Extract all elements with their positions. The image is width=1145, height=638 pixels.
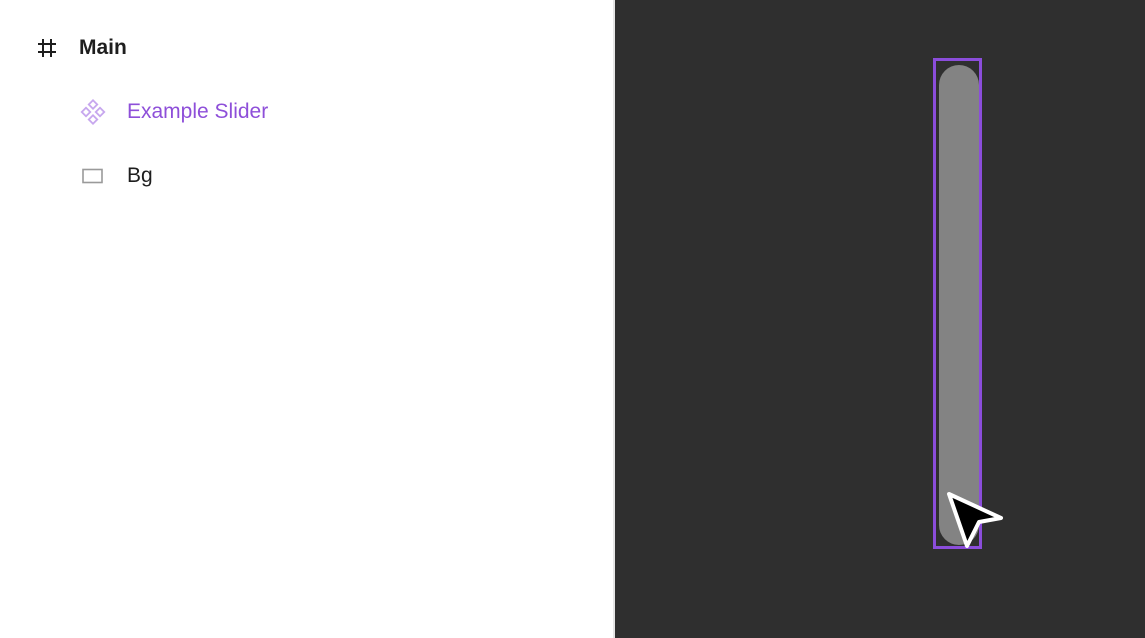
slider-track[interactable] [939,65,979,545]
layer-label-main: Main [79,36,127,59]
layers-panel: Main Example Slider Bg [0,0,613,638]
layer-item-main[interactable]: Main [34,32,127,64]
selected-slider-outline[interactable] [933,58,982,549]
editor-window: Main Example Slider Bg [0,0,1145,638]
rectangle-icon [80,163,106,189]
layer-item-bg[interactable]: Bg [80,160,153,192]
pointer-arrow-icon [945,490,1005,552]
layer-item-example-slider[interactable]: Example Slider [80,96,268,128]
layer-label-bg: Bg [127,164,153,187]
frame-hash-icon [34,35,60,61]
design-canvas[interactable] [615,0,1145,638]
component-diamond-icon [80,99,106,125]
layer-label-example-slider: Example Slider [127,100,269,123]
